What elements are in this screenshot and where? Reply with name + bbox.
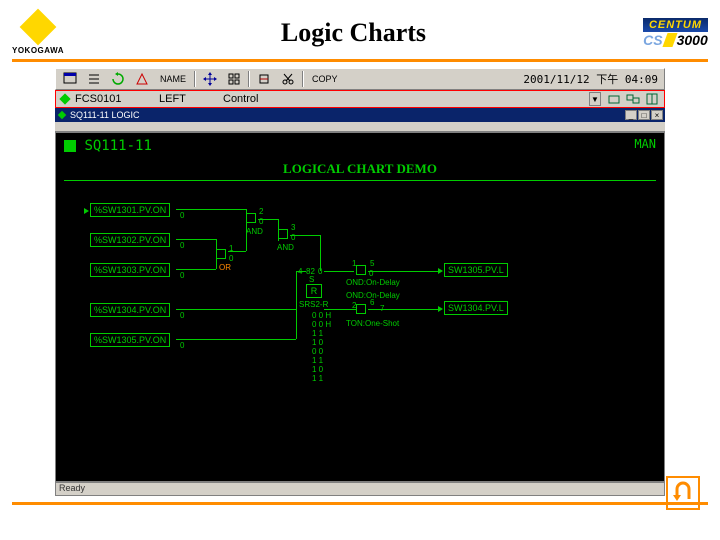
win-diamond-icon	[58, 111, 66, 119]
centum-logo: CENTUM CS 3000	[643, 18, 708, 48]
input-tag-0[interactable]: %SW1301.PV.ON	[90, 203, 170, 217]
ton-label: TON:One-Shot	[346, 319, 399, 328]
btn-nav2-icon[interactable]	[624, 92, 642, 106]
cs-text: CS	[643, 32, 662, 48]
minimize-button[interactable]: _	[625, 110, 637, 120]
fcs-field[interactable]: FCS0101	[75, 93, 155, 105]
btn-move-icon[interactable]	[199, 70, 221, 88]
num-text: 3000	[677, 32, 708, 48]
slash-icon	[662, 33, 677, 47]
status-text: Ready	[59, 483, 85, 493]
and1-label: AND	[246, 227, 263, 236]
input-val-2: 0	[180, 271, 184, 280]
and2-gate-icon[interactable]	[278, 229, 288, 239]
btn-list-icon[interactable]	[83, 70, 105, 88]
btn-nav1-icon[interactable]	[605, 92, 623, 106]
block-id: SQ111-11	[84, 138, 151, 154]
path-bar: FCS0101 LEFT Control ▼	[55, 90, 665, 108]
pin-5: 5	[370, 259, 374, 268]
window-title: SQ111-11 LOGIC	[70, 110, 140, 120]
maximize-button[interactable]: □	[638, 110, 650, 120]
or-label: OR	[219, 263, 231, 272]
bottom-rule	[12, 502, 708, 505]
or-gate-icon[interactable]	[216, 249, 226, 259]
btn-alarm-icon[interactable]	[131, 70, 153, 88]
input-val-0: 0	[180, 211, 184, 220]
ond1-gate-icon[interactable]	[356, 265, 366, 275]
logic-chart[interactable]: SQ111-11 MAN LOGICAL CHART DEMO %SW1301.…	[55, 132, 665, 482]
sep	[194, 71, 196, 87]
close-button[interactable]: ×	[651, 110, 663, 120]
input-tag-2[interactable]: %SW1303.PV.ON	[90, 263, 170, 277]
win-toolbar	[55, 122, 665, 132]
dropdown-caret-icon[interactable]: ▼	[589, 92, 601, 106]
output-tag-0[interactable]: SW1305.PV.L	[444, 263, 508, 277]
out-arrow-1-icon	[438, 306, 443, 312]
pin-2: 2	[259, 207, 263, 216]
top-rule	[12, 59, 708, 62]
btn-grid-icon[interactable]	[223, 70, 245, 88]
sep2	[248, 71, 250, 87]
btn-name[interactable]: NAME	[155, 70, 191, 88]
chart-title: LOGICAL CHART DEMO	[56, 161, 664, 177]
sep3	[302, 71, 304, 87]
pin-s: S	[309, 275, 314, 284]
pin-0a: 0	[229, 254, 233, 263]
ton-gate-icon[interactable]	[356, 304, 366, 314]
clock: 2001/11/12 下午 04:09	[523, 71, 661, 87]
pin-6: 6	[370, 298, 374, 307]
pin-0d: 0	[318, 267, 322, 276]
btn-tool1-icon[interactable]	[253, 70, 275, 88]
input-val-3: 0	[180, 311, 184, 320]
input-tag-3[interactable]: %SW1304.PV.ON	[90, 303, 170, 317]
input-val-1: 0	[180, 241, 184, 250]
control-field[interactable]: Control	[223, 93, 585, 105]
input-tag-1[interactable]: %SW1302.PV.ON	[90, 233, 170, 247]
output-tag-1[interactable]: SW1304.PV.L	[444, 301, 508, 315]
yokogawa-logo: YOKOGAWA	[12, 10, 64, 55]
truth-table: 0 0 H 0 0 H 1 1 1 0 0 0 1 1 1 0 1 1	[312, 311, 331, 383]
slide-title: Logic Charts	[64, 18, 643, 48]
srs-label: SRS2-R	[299, 300, 328, 309]
and1-gate-icon[interactable]	[246, 213, 256, 223]
left-field[interactable]: LEFT	[159, 93, 219, 105]
input-tag-4[interactable]: %SW1305.PV.ON	[90, 333, 170, 347]
input-arrow-icon	[84, 208, 89, 214]
ond1-label: OND:On-Delay	[346, 278, 400, 287]
btn-refresh-icon[interactable]	[107, 70, 129, 88]
input-val-4: 0	[180, 341, 184, 350]
mode-label: MAN	[634, 137, 656, 155]
diamond-icon-small	[59, 93, 70, 104]
u-turn-icon	[671, 481, 695, 505]
diamond-icon	[20, 9, 57, 46]
brand-text: YOKOGAWA	[12, 46, 64, 55]
centum-text: CENTUM	[643, 18, 708, 32]
block-indicator-icon	[64, 140, 76, 152]
window-titlebar: SQ111-11 LOGIC _ □ ×	[55, 108, 665, 122]
and2-label: AND	[277, 243, 294, 252]
btn-window-icon[interactable]	[59, 70, 81, 88]
return-button[interactable]	[666, 476, 700, 510]
out-arrow-0-icon	[438, 268, 443, 274]
srs-box[interactable]: R	[306, 284, 322, 298]
pin-3: 3	[291, 223, 295, 232]
main-toolbar: NAME COPY 2001/11/12 下午 04:09	[55, 68, 665, 90]
logic-canvas[interactable]: %SW1301.PV.ON 0 %SW1302.PV.ON 0 %SW1303.…	[56, 181, 664, 481]
status-bar: Ready	[55, 482, 665, 496]
btn-cut-icon[interactable]	[277, 70, 299, 88]
btn-nav3-icon[interactable]	[643, 92, 661, 106]
r-label: R	[311, 286, 318, 296]
btn-copy[interactable]: COPY	[307, 70, 343, 88]
